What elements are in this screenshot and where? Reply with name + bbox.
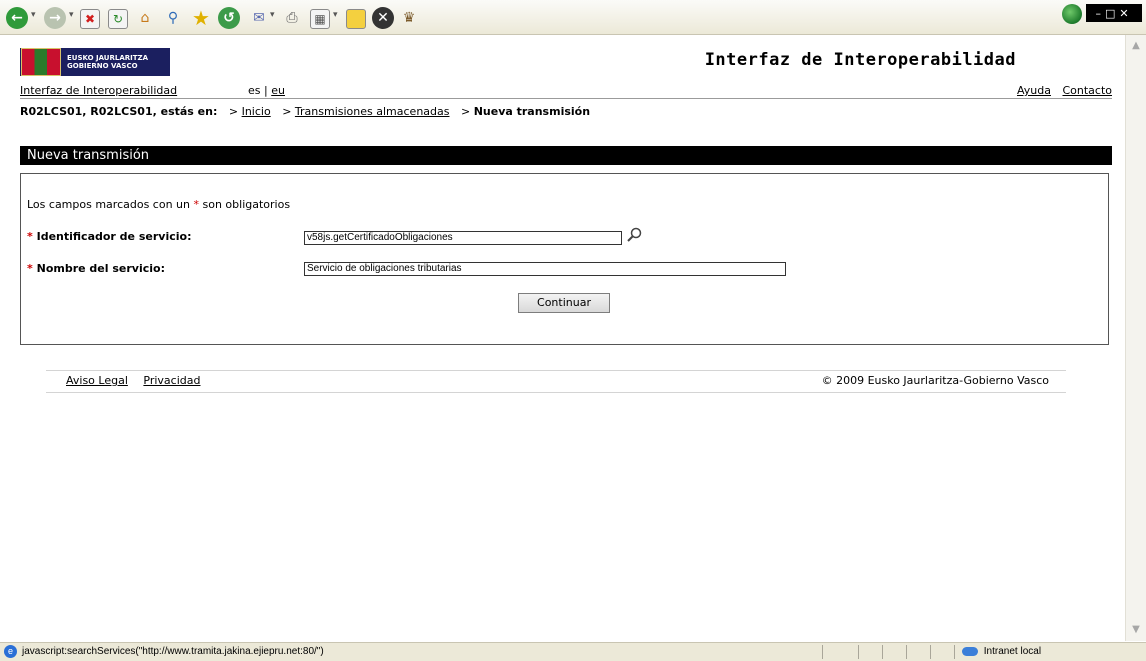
legal-link[interactable]: Aviso Legal — [66, 374, 128, 387]
breadcrumb-item-inicio: > Inicio — [229, 105, 274, 118]
required-note: Los campos marcados con un * son obligat… — [27, 198, 290, 211]
edit-icon[interactable]: ▦ — [310, 9, 330, 29]
close-icon[interactable]: ✕ — [372, 7, 394, 29]
status-divider — [822, 645, 823, 659]
app-title: Interfaz de Interoperabilidad — [704, 50, 1016, 70]
lang-eu-link[interactable]: eu — [271, 84, 285, 97]
search-icon[interactable]: ⚲ — [162, 7, 184, 29]
breadcrumb: R02LCS01, R02LCS01, estás en: > Inicio >… — [20, 105, 590, 118]
breadcrumb-link-inicio[interactable]: Inicio — [242, 105, 271, 118]
service-id-input[interactable]: v58js.getCertificadoObligaciones — [304, 231, 622, 245]
stop-icon[interactable]: ✖ — [80, 9, 100, 29]
service-id-label-text: Identificador de servicio: — [36, 230, 192, 243]
breadcrumb-separator: > — [228, 105, 239, 118]
print-icon[interactable]: ⎙ — [281, 7, 303, 29]
top-nav: Interfaz de Interoperabilidad es | eu Ay… — [20, 84, 1112, 97]
service-id-label: * Identificador de servicio: — [27, 230, 191, 243]
breadcrumb-separator: > — [282, 105, 292, 118]
refresh-icon[interactable]: ↻ — [108, 9, 128, 29]
breadcrumb-current: Nueva transmisión — [473, 105, 591, 118]
favorites-icon[interactable]: ★ — [190, 6, 212, 30]
home-link[interactable]: Interfaz de Interoperabilidad — [20, 84, 177, 97]
breadcrumb-separator: > — [460, 105, 471, 118]
status-divider — [906, 645, 907, 659]
scroll-down-icon[interactable]: ▼ — [1129, 623, 1143, 637]
service-name-label-text: Nombre del servicio: — [36, 262, 165, 275]
footer: Aviso Legal Privacidad © 2009 Eusko Jaur… — [46, 370, 1066, 393]
forward-icon[interactable]: → — [44, 7, 66, 29]
continue-button[interactable]: Continuar — [518, 293, 610, 313]
footer-links: Aviso Legal Privacidad — [66, 374, 212, 387]
gobierno-vasco-logo[interactable]: EUSKO JAURLARITZA GOBIERNO VASCO — [20, 48, 170, 76]
breadcrumb-item-current: > Nueva transmisión — [461, 105, 590, 118]
copyright: © 2009 Eusko Jaurlaritza-Gobierno Vasco — [821, 374, 1049, 387]
notes-icon[interactable] — [346, 9, 366, 29]
browser-toolbar: ← ▾ → ▾ ✖ ↻ ⌂ ⚲ ★ ↺ ✉ ▾ ⎙ ▦ ▾ ✕ ♛ –□✕ — [0, 0, 1146, 35]
required-star: * — [27, 230, 33, 243]
coat-of-arms-icon — [21, 48, 61, 76]
service-name-input[interactable]: Servicio de obligaciones tributarias — [304, 262, 786, 276]
help-link[interactable]: Ayuda — [1017, 84, 1051, 97]
vertical-scrollbar[interactable]: ▲ ▼ — [1125, 35, 1146, 641]
service-name-label: * Nombre del servicio: — [27, 262, 165, 275]
mail-icon[interactable]: ✉ — [248, 7, 270, 29]
messenger-icon[interactable]: ♛ — [398, 7, 420, 29]
required-note-text: Los campos marcados con un — [27, 198, 190, 211]
breadcrumb-link-transmisiones[interactable]: Transmisiones almacenadas — [295, 105, 450, 118]
utility-links: Ayuda Contacto — [1017, 84, 1112, 97]
language-switcher: es | eu — [248, 84, 285, 97]
privacy-link[interactable]: Privacidad — [143, 374, 200, 387]
intranet-icon — [962, 646, 978, 656]
security-zone: Intranet local — [962, 646, 1041, 657]
required-note-text-end: son obligatorios — [202, 198, 291, 211]
required-star: * — [193, 198, 200, 211]
zone-text: Intranet local — [983, 646, 1042, 657]
search-icon[interactable] — [625, 226, 645, 244]
status-bar: e javascript:searchServices("http://www.… — [0, 642, 1146, 661]
history-icon[interactable]: ↺ — [218, 7, 240, 29]
section-title: Nueva transmisión — [27, 148, 150, 163]
globe-icon — [1062, 4, 1082, 24]
lang-es: es — [248, 84, 261, 97]
status-divider — [858, 645, 859, 659]
breadcrumb-item-transmisiones: > Transmisiones almacenadas — [282, 105, 453, 118]
status-text: javascript:searchServices("http://www.tr… — [22, 646, 324, 657]
new-transmission-form: Los campos marcados con un * son obligat… — [20, 173, 1109, 345]
status-divider — [882, 645, 883, 659]
logo-text: EUSKO JAURLARITZA GOBIERNO VASCO — [67, 54, 148, 70]
lang-separator: | — [264, 84, 268, 97]
ie-page-icon: e — [4, 645, 17, 658]
header-divider — [20, 98, 1112, 99]
user-label: R02LCS01, R02LCS01, estás en: — [20, 105, 218, 118]
section-header: Nueva transmisión — [20, 146, 1112, 165]
logo-line-2: GOBIERNO VASCO — [67, 62, 138, 70]
back-icon[interactable]: ← — [6, 7, 28, 29]
home-icon[interactable]: ⌂ — [134, 7, 156, 29]
contact-link[interactable]: Contacto — [1062, 84, 1112, 97]
forward-dropdown-icon[interactable]: ▾ — [69, 10, 75, 26]
mail-dropdown-icon[interactable]: ▾ — [270, 10, 276, 26]
edit-dropdown-icon[interactable]: ▾ — [333, 10, 339, 26]
page-content: EUSKO JAURLARITZA GOBIERNO VASCO Interfa… — [0, 35, 1126, 641]
required-star: * — [27, 262, 33, 275]
window-controls[interactable]: –□✕ — [1086, 4, 1142, 22]
scroll-up-icon[interactable]: ▲ — [1129, 39, 1143, 53]
status-divider — [930, 645, 931, 659]
back-dropdown-icon[interactable]: ▾ — [31, 10, 37, 26]
logo-line-1: EUSKO JAURLARITZA — [67, 54, 149, 62]
status-divider — [954, 645, 955, 659]
